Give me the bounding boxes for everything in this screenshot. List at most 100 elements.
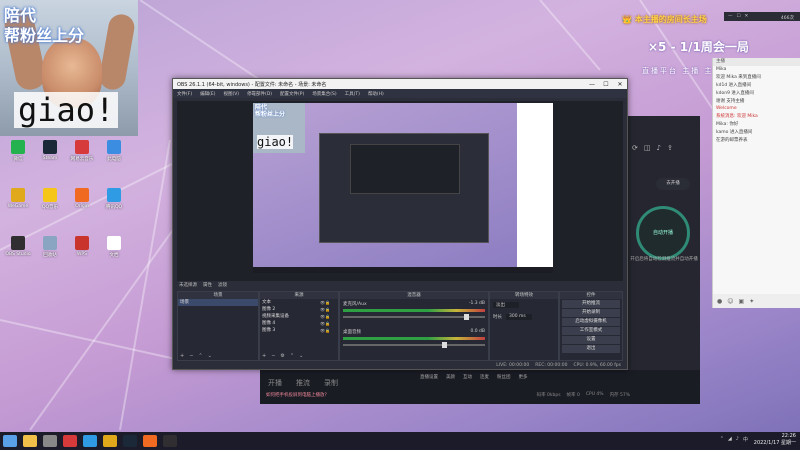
tab[interactable]: 滤镜 [218,282,227,290]
bell-icon[interactable]: ♪ [657,144,661,152]
start-icon[interactable] [3,435,17,447]
go-live-button[interactable]: 去开播 [656,178,690,190]
source-item[interactable]: 图像 4 👁🔒 [260,320,338,327]
obs-menubar: 文件(F) 编辑(E) 视图(V) 停靠部件(D) 配置文件(P) 场景集合(S) 工具(T… [173,89,627,98]
desktop-icon[interactable]: Steam [34,140,66,161]
refresh-icon[interactable]: ⟳ [632,144,638,152]
duration-input[interactable]: 300 ms [506,314,532,320]
eye-icon[interactable]: 👁🔒 [320,306,338,313]
eye-icon[interactable]: 👁🔒 [320,327,338,334]
remove-icon[interactable]: − [189,353,193,359]
streamer-tool[interactable]: 连麦 [480,374,489,380]
wegame-icon[interactable] [103,435,117,447]
streamer-tool[interactable]: 粉丝团 [497,374,511,380]
control-button[interactable]: 退出 [562,345,620,353]
streamer-tool[interactable]: 更多 [519,374,528,380]
auto-open-button[interactable]: 自动开播 [636,206,690,260]
menu-item[interactable]: 编辑(E) [200,91,215,97]
desktop-icon[interactable]: OBS Studio [2,236,34,257]
streamer-tool[interactable]: 互动 [463,374,472,380]
desktop-icon[interactable]: Origin [66,188,98,209]
close-icon[interactable]: ✕ [613,81,627,88]
menu-item[interactable]: 停靠部件(D) [247,91,272,97]
menu-item[interactable]: 文件(F) [177,91,192,97]
desktop-icon[interactable]: WeGame [2,188,34,209]
image-icon[interactable]: ▣ [739,298,745,305]
source-item[interactable]: 文本 👁🔒 [260,299,338,306]
up-icon[interactable]: ⌃ [290,353,294,359]
up-icon[interactable]: ⌃ [198,353,202,359]
emoji-icon[interactable]: ☺ [727,298,733,305]
control-button[interactable]: 开始录制 [562,309,620,317]
desktop-icon[interactable]: 此电脑 [98,140,130,162]
add-icon[interactable]: + [262,353,266,359]
ime-icon[interactable]: 中 [743,436,748,443]
obs-icon[interactable] [163,435,177,447]
source-item[interactable]: 图像 2 👁🔒 [260,306,338,313]
maximize-icon[interactable]: ☐ [737,14,741,19]
source-item[interactable]: 视频采集设备 👁🔒 [260,313,338,320]
douyu-icon[interactable] [143,435,157,447]
streamer-tool[interactable]: 美颜 [446,374,455,380]
gift-icon[interactable]: ◫ [644,144,651,152]
eye-icon[interactable]: 👁🔒 [320,313,338,320]
streamer-tool[interactable]: 直播设置 [420,374,438,380]
transition-type-select[interactable]: 淡出 [493,302,519,308]
control-button[interactable]: 设置 [562,336,620,344]
volume-slider[interactable] [343,342,485,348]
control-button[interactable]: 工作室模式 [562,327,620,335]
volume-slider-knob[interactable] [463,314,469,320]
task-view-icon[interactable] [43,435,57,447]
menu-item[interactable]: 场景集合(S) [312,91,336,97]
minimize-icon[interactable]: — [728,14,733,19]
volume-icon[interactable]: ♪ [736,436,739,443]
volume-slider[interactable] [343,314,485,320]
obs-preview[interactable]: 陪代 帮粉丝上分 giao! [177,101,623,281]
eye-icon[interactable]: 👁🔒 [320,320,338,327]
desktop-icon[interactable]: 回收站 [34,236,66,258]
down-icon[interactable]: ⌄ [208,353,212,359]
help-link[interactable]: 如何把手机投屏到电脑上播放? [266,392,327,398]
desktop-icon[interactable]: WPS [66,236,98,257]
gift-icon[interactable]: ✦ [749,298,754,305]
desktop-icon[interactable]: QQ音乐 [34,188,66,210]
avatar[interactable]: ● [717,298,722,305]
share-icon[interactable]: ⇪ [667,144,673,152]
add-icon[interactable]: + [180,353,184,359]
explorer-icon[interactable] [23,435,37,447]
menu-item[interactable]: 帮助(H) [368,91,384,97]
obs-source-tabs: 未选择源 属性 滤镜 [177,282,227,290]
control-button[interactable]: 开始推流 [562,300,620,308]
desktop-icon[interactable]: 网易云音乐 [66,140,98,162]
control-button[interactable]: 启动虚拟摄像机 [562,318,620,326]
remove-icon[interactable]: − [271,353,275,359]
eye-icon[interactable]: 👁🔒 [320,299,338,306]
streamer-tab[interactable]: 录制 [324,378,338,388]
menu-item[interactable]: 视图(V) [223,91,239,97]
clock[interactable]: 22:26 2022/1/17 星期一 [754,433,796,447]
netease-icon[interactable] [63,435,77,447]
desktop-icon[interactable]: 腾讯QQ [98,188,130,210]
desktop-icon[interactable]: 微信 [2,140,34,162]
tab[interactable]: 未选择源 [179,282,197,290]
close-icon[interactable]: ✕ [745,14,749,19]
chevron-up-icon[interactable]: ⌃ [720,436,724,443]
tab[interactable]: 属性 [203,282,212,290]
gear-icon[interactable]: ⚙ [280,353,284,359]
volume-slider-knob[interactable] [442,342,448,348]
desktop-icon-label: 腾讯QQ [105,205,123,210]
minimize-icon[interactable]: — [585,81,599,88]
menu-item[interactable]: 配置文件(P) [280,91,304,97]
steam-icon[interactable] [123,435,137,447]
source-item[interactable]: 图像 3 👁🔒 [260,327,338,334]
menu-item[interactable]: 工具(T) [345,91,360,97]
down-icon[interactable]: ⌄ [299,353,303,359]
maximize-icon[interactable]: ☐ [599,81,613,88]
network-icon[interactable]: ◢ [728,436,732,443]
streamer-tab[interactable]: 推流 [296,378,310,388]
streamer-tab[interactable]: 开播 [268,378,282,388]
desktop-icon-label: 此电脑 [107,157,121,162]
desktop-icon[interactable]: 文档 [98,236,130,258]
scene-item[interactable]: 场景 [178,299,258,306]
qq-icon[interactable] [83,435,97,447]
